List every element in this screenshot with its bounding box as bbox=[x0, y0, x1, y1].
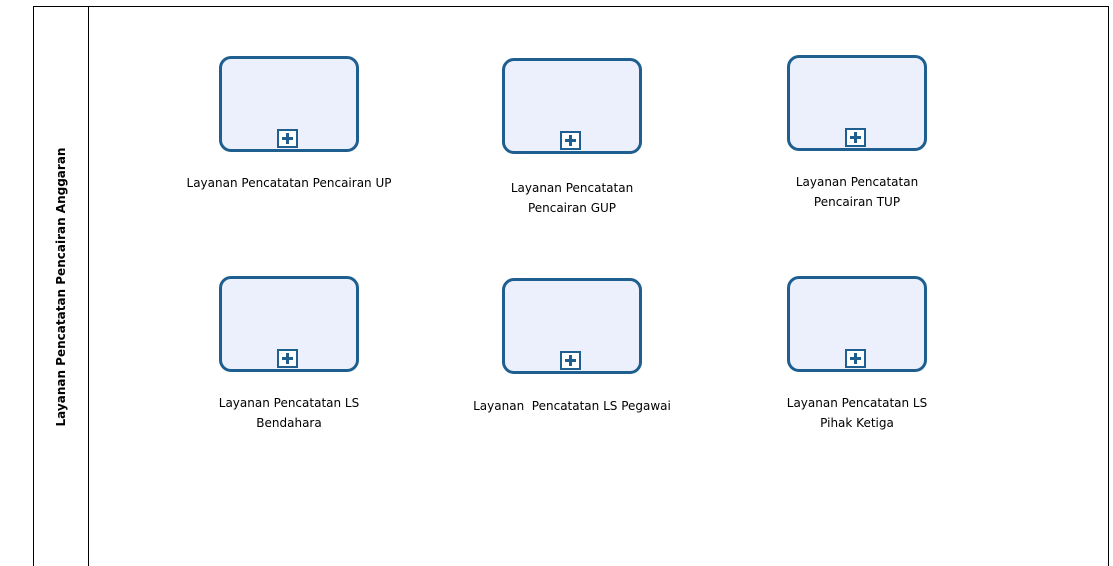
plus-icon bbox=[845, 128, 866, 147]
task-label: Layanan Pencatatan Pencairan GUP bbox=[510, 181, 634, 215]
lane-title: Layanan Pencatatan Pencairan Anggaran bbox=[54, 147, 68, 426]
plus-icon bbox=[560, 351, 581, 370]
task-label: Layanan Pencatatan Pencairan UP bbox=[186, 176, 392, 190]
subprocess-task[interactable] bbox=[219, 56, 359, 152]
subprocess-task[interactable] bbox=[787, 55, 927, 151]
subprocess-task[interactable] bbox=[219, 276, 359, 372]
plus-icon bbox=[845, 349, 866, 368]
subprocess-task[interactable] bbox=[502, 278, 642, 374]
plus-icon bbox=[560, 131, 581, 150]
subprocess-task[interactable] bbox=[502, 58, 642, 154]
lane-header: Layanan Pencatatan Pencairan Anggaran bbox=[34, 7, 89, 566]
subprocess-task[interactable] bbox=[787, 276, 927, 372]
plus-icon bbox=[277, 129, 298, 148]
task-label: Layanan Pencatatan LS Bendahara bbox=[218, 396, 360, 430]
plus-icon bbox=[277, 349, 298, 368]
task-label: Layanan Pencatatan LS Pegawai bbox=[473, 399, 671, 413]
task-label: Layanan Pencatatan LS Pihak Ketiga bbox=[786, 396, 928, 430]
task-label: Layanan Pencatatan Pencairan TUP bbox=[795, 175, 919, 209]
